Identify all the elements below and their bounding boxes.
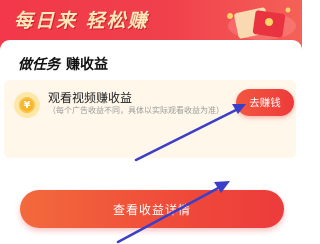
coin-badge: ¥ bbox=[14, 92, 40, 118]
view-earnings-details-button[interactable]: 查看收益详情 bbox=[20, 190, 284, 228]
red-envelope-gift-icon bbox=[227, 7, 296, 40]
section-title: 做任务 赚收益 bbox=[18, 54, 108, 74]
banner-title: 每日来 轻松赚 bbox=[14, 10, 149, 32]
coin-icon: ¥ bbox=[19, 97, 35, 113]
go-earn-button[interactable]: 去赚钱 bbox=[236, 89, 294, 116]
task-description: （每个广告收益不同，具体以实际观看收益为准） bbox=[48, 106, 224, 115]
section-title-part2: 赚收益 bbox=[66, 57, 108, 73]
section-title-part1: 做任务 bbox=[18, 57, 60, 73]
